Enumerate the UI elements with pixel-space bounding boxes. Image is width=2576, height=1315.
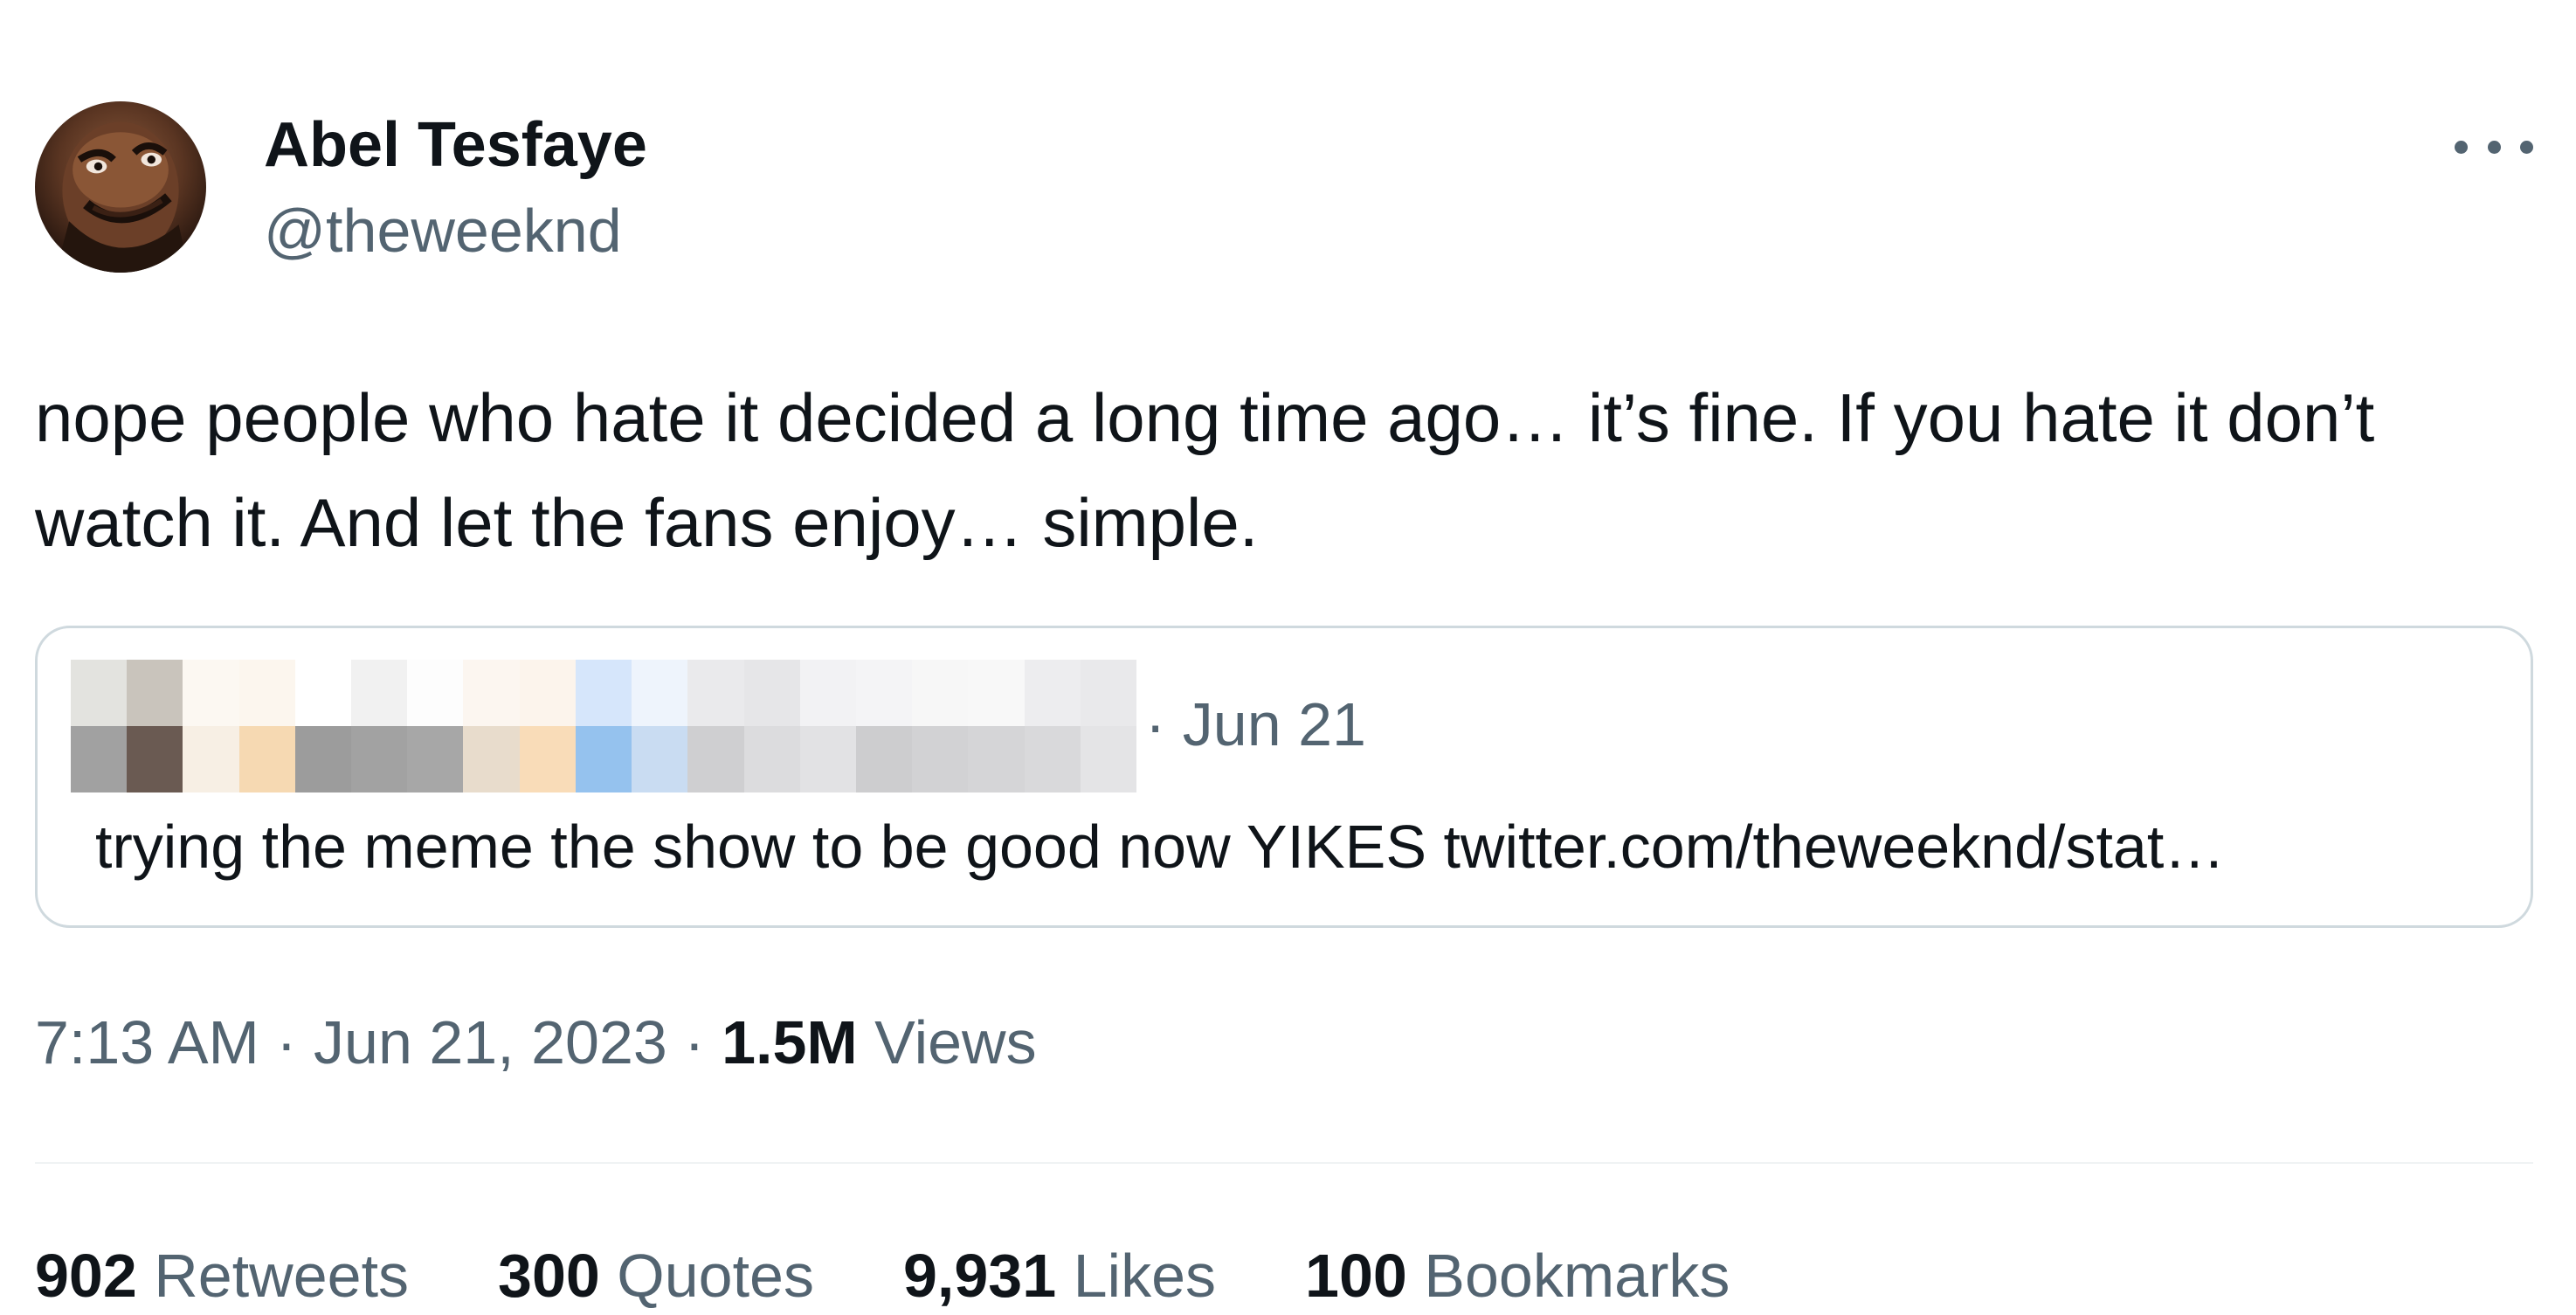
- stat-count: 300: [498, 1242, 600, 1310]
- stat-likes[interactable]: 9,931 Likes: [903, 1236, 1216, 1315]
- stat-label: Retweets: [154, 1242, 410, 1310]
- stat-bookmarks[interactable]: 100 Bookmarks: [1305, 1236, 1730, 1315]
- stat-label: Quotes: [617, 1242, 814, 1310]
- author-name[interactable]: Abel Tesfaye: [264, 110, 647, 180]
- stat-label: Likes: [1073, 1242, 1217, 1310]
- divider: [35, 1162, 2533, 1164]
- stat-retweets[interactable]: 902 Retweets: [35, 1236, 409, 1315]
- more-dot: [2455, 140, 2468, 154]
- stat-count: 100: [1305, 1242, 1407, 1310]
- tweet-stats: 902 Retweets 300 Quotes 9,931 Likes 100 …: [35, 1236, 1819, 1315]
- views-count: 1.5M: [722, 1008, 858, 1076]
- views-label: Views: [874, 1008, 1037, 1076]
- quoted-tweet[interactable]: · Jun 21 trying the meme the show to be …: [35, 626, 2533, 928]
- meta-separator: ·: [276, 1008, 314, 1076]
- stat-quotes[interactable]: 300 Quotes: [498, 1236, 814, 1315]
- quoted-text: trying the meme the show to be good now …: [95, 813, 2226, 881]
- quoted-date: · Jun 21: [1145, 690, 1366, 758]
- tweet-meta: 7:13 AM · Jun 21, 2023 · 1.5M Views: [35, 1003, 1037, 1082]
- stat-label: Bookmarks: [1424, 1242, 1730, 1310]
- stat-count: 9,931: [903, 1242, 1057, 1310]
- tweet: Abel Tesfaye @theweeknd nope people who …: [0, 0, 2576, 1313]
- author-handle[interactable]: @theweeknd: [264, 196, 622, 266]
- tweet-date[interactable]: Jun 21, 2023: [314, 1008, 667, 1076]
- more-dot: [2520, 140, 2533, 154]
- tweet-time[interactable]: 7:13 AM: [35, 1008, 259, 1076]
- more-dot: [2487, 140, 2501, 154]
- more-horizontal-icon[interactable]: [2455, 129, 2533, 164]
- tweet-text: nope people who hate it decided a long t…: [35, 379, 2375, 561]
- stat-count: 902: [35, 1242, 137, 1310]
- avatar[interactable]: [35, 101, 206, 273]
- avatar-image: [55, 121, 190, 273]
- meta-separator: ·: [684, 1008, 722, 1076]
- redacted-author: [71, 660, 1136, 792]
